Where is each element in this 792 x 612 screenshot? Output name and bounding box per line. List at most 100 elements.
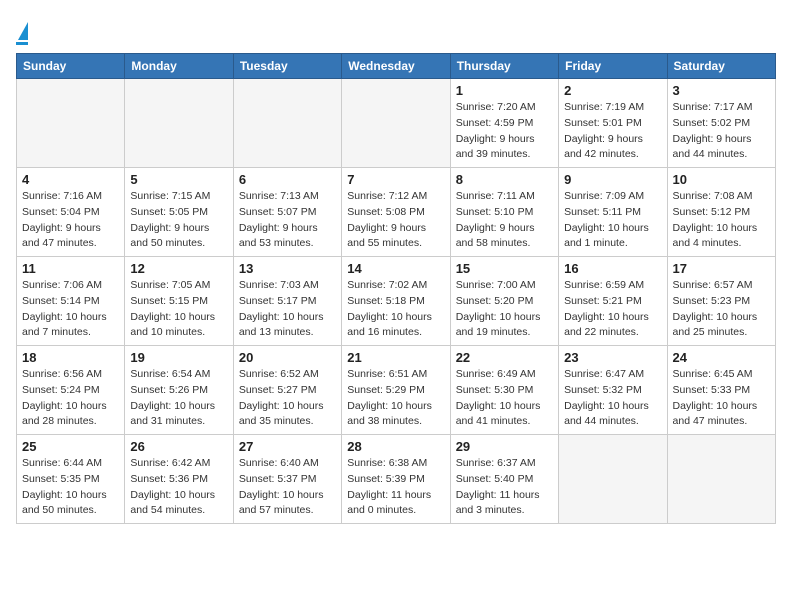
calendar-cell: 14Sunrise: 7:02 AM Sunset: 5:18 PM Dayli… [342, 257, 450, 346]
calendar-cell [342, 79, 450, 168]
day-info: Sunrise: 6:59 AM Sunset: 5:21 PM Dayligh… [564, 278, 661, 341]
column-header-thursday: Thursday [450, 54, 558, 79]
calendar-cell [559, 435, 667, 524]
logo [16, 20, 28, 45]
day-number: 25 [22, 439, 119, 454]
day-info: Sunrise: 7:08 AM Sunset: 5:12 PM Dayligh… [673, 189, 770, 252]
week-row-3: 11Sunrise: 7:06 AM Sunset: 5:14 PM Dayli… [17, 257, 776, 346]
week-row-2: 4 Sunrise: 7:16 AM Sunset: 5:04 PM Daylig… [17, 168, 776, 257]
week-row-1: 1 Sunrise: 7:20 AM Sunset: 4:59 PM Daylig… [17, 79, 776, 168]
calendar-cell: 6 Sunrise: 7:13 AM Sunset: 5:07 PM Daylig… [233, 168, 341, 257]
day-number: 29 [456, 439, 553, 454]
day-info: Sunrise: 7:16 AM Sunset: 5:04 PM Dayligh… [22, 189, 119, 252]
calendar-cell: 15Sunrise: 7:00 AM Sunset: 5:20 PM Dayli… [450, 257, 558, 346]
day-number: 17 [673, 261, 770, 276]
column-header-saturday: Saturday [667, 54, 775, 79]
day-number: 1 [456, 83, 553, 98]
week-row-4: 18 Sunrise: 6:56 AM Sunset: 5:24 PM Dayli… [17, 346, 776, 435]
day-number: 5 [130, 172, 227, 187]
day-number: 22 [456, 350, 553, 365]
calendar-cell: 10 Sunrise: 7:08 AM Sunset: 5:12 PM Dayli… [667, 168, 775, 257]
day-number: 19 [130, 350, 227, 365]
calendar-cell: 11Sunrise: 7:06 AM Sunset: 5:14 PM Dayli… [17, 257, 125, 346]
day-number: 27 [239, 439, 336, 454]
day-info: Sunrise: 7:20 AM Sunset: 4:59 PM Dayligh… [456, 100, 553, 163]
day-number: 12 [130, 261, 227, 276]
day-info: Sunrise: 7:13 AM Sunset: 5:07 PM Dayligh… [239, 189, 336, 252]
day-info: Sunrise: 6:54 AM Sunset: 5:26 PM Dayligh… [130, 367, 227, 430]
calendar-cell: 9 Sunrise: 7:09 AM Sunset: 5:11 PM Daylig… [559, 168, 667, 257]
calendar-cell: 16 Sunrise: 6:59 AM Sunset: 5:21 PM Dayli… [559, 257, 667, 346]
calendar-cell: 26 Sunrise: 6:42 AM Sunset: 5:36 PM Dayli… [125, 435, 233, 524]
calendar-cell [233, 79, 341, 168]
calendar-cell: 1 Sunrise: 7:20 AM Sunset: 4:59 PM Daylig… [450, 79, 558, 168]
week-row-5: 25 Sunrise: 6:44 AM Sunset: 5:35 PM Dayli… [17, 435, 776, 524]
calendar-cell: 27Sunrise: 6:40 AM Sunset: 5:37 PM Dayli… [233, 435, 341, 524]
day-number: 23 [564, 350, 661, 365]
column-header-tuesday: Tuesday [233, 54, 341, 79]
day-info: Sunrise: 6:56 AM Sunset: 5:24 PM Dayligh… [22, 367, 119, 430]
calendar-cell [667, 435, 775, 524]
day-info: Sunrise: 6:42 AM Sunset: 5:36 PM Dayligh… [130, 456, 227, 519]
day-info: Sunrise: 7:09 AM Sunset: 5:11 PM Dayligh… [564, 189, 661, 252]
calendar-cell: 24Sunrise: 6:45 AM Sunset: 5:33 PM Dayli… [667, 346, 775, 435]
calendar-cell: 28 Sunrise: 6:38 AM Sunset: 5:39 PM Dayli… [342, 435, 450, 524]
day-number: 7 [347, 172, 444, 187]
day-info: Sunrise: 6:37 AM Sunset: 5:40 PM Dayligh… [456, 456, 553, 519]
day-number: 11 [22, 261, 119, 276]
day-number: 16 [564, 261, 661, 276]
calendar-cell [17, 79, 125, 168]
calendar-cell [125, 79, 233, 168]
day-info: Sunrise: 6:44 AM Sunset: 5:35 PM Dayligh… [22, 456, 119, 519]
calendar-cell: 12 Sunrise: 7:05 AM Sunset: 5:15 PM Dayli… [125, 257, 233, 346]
calendar-cell: 7 Sunrise: 7:12 AM Sunset: 5:08 PM Daylig… [342, 168, 450, 257]
day-number: 13 [239, 261, 336, 276]
day-info: Sunrise: 7:11 AM Sunset: 5:10 PM Dayligh… [456, 189, 553, 252]
day-info: Sunrise: 6:38 AM Sunset: 5:39 PM Dayligh… [347, 456, 444, 519]
day-number: 6 [239, 172, 336, 187]
calendar-cell: 2 Sunrise: 7:19 AM Sunset: 5:01 PM Daylig… [559, 79, 667, 168]
calendar-cell: 22 Sunrise: 6:49 AM Sunset: 5:30 PM Dayli… [450, 346, 558, 435]
day-number: 24 [673, 350, 770, 365]
day-number: 2 [564, 83, 661, 98]
day-number: 9 [564, 172, 661, 187]
day-info: Sunrise: 7:17 AM Sunset: 5:02 PM Dayligh… [673, 100, 770, 163]
day-info: Sunrise: 7:12 AM Sunset: 5:08 PM Dayligh… [347, 189, 444, 252]
calendar-cell: 17Sunrise: 6:57 AM Sunset: 5:23 PM Dayli… [667, 257, 775, 346]
logo-triangle-icon [18, 22, 28, 40]
day-number: 21 [347, 350, 444, 365]
calendar-cell: 23 Sunrise: 6:47 AM Sunset: 5:32 PM Dayli… [559, 346, 667, 435]
day-info: Sunrise: 6:47 AM Sunset: 5:32 PM Dayligh… [564, 367, 661, 430]
day-number: 8 [456, 172, 553, 187]
day-info: Sunrise: 6:52 AM Sunset: 5:27 PM Dayligh… [239, 367, 336, 430]
column-header-monday: Monday [125, 54, 233, 79]
day-number: 10 [673, 172, 770, 187]
calendar-table: SundayMondayTuesdayWednesdayThursdayFrid… [16, 53, 776, 524]
column-header-friday: Friday [559, 54, 667, 79]
day-number: 28 [347, 439, 444, 454]
calendar-cell: 18 Sunrise: 6:56 AM Sunset: 5:24 PM Dayli… [17, 346, 125, 435]
day-number: 20 [239, 350, 336, 365]
calendar-cell: 19 Sunrise: 6:54 AM Sunset: 5:26 PM Dayli… [125, 346, 233, 435]
day-info: Sunrise: 7:15 AM Sunset: 5:05 PM Dayligh… [130, 189, 227, 252]
calendar-cell: 25 Sunrise: 6:44 AM Sunset: 5:35 PM Dayli… [17, 435, 125, 524]
column-header-wednesday: Wednesday [342, 54, 450, 79]
calendar-cell: 5 Sunrise: 7:15 AM Sunset: 5:05 PM Daylig… [125, 168, 233, 257]
calendar-cell: 8 Sunrise: 7:11 AM Sunset: 5:10 PM Daylig… [450, 168, 558, 257]
day-number: 18 [22, 350, 119, 365]
day-info: Sunrise: 7:05 AM Sunset: 5:15 PM Dayligh… [130, 278, 227, 341]
day-number: 4 [22, 172, 119, 187]
day-info: Sunrise: 6:51 AM Sunset: 5:29 PM Dayligh… [347, 367, 444, 430]
column-header-sunday: Sunday [17, 54, 125, 79]
day-number: 3 [673, 83, 770, 98]
day-info: Sunrise: 7:19 AM Sunset: 5:01 PM Dayligh… [564, 100, 661, 163]
calendar-cell: 20 Sunrise: 6:52 AM Sunset: 5:27 PM Dayli… [233, 346, 341, 435]
day-info: Sunrise: 7:02 AM Sunset: 5:18 PM Dayligh… [347, 278, 444, 341]
calendar-header-row: SundayMondayTuesdayWednesdayThursdayFrid… [17, 54, 776, 79]
calendar-cell: 13Sunrise: 7:03 AM Sunset: 5:17 PM Dayli… [233, 257, 341, 346]
page-header [16, 16, 776, 45]
calendar-cell: 21 Sunrise: 6:51 AM Sunset: 5:29 PM Dayli… [342, 346, 450, 435]
logo-underline [16, 42, 28, 45]
day-info: Sunrise: 6:49 AM Sunset: 5:30 PM Dayligh… [456, 367, 553, 430]
day-number: 26 [130, 439, 227, 454]
